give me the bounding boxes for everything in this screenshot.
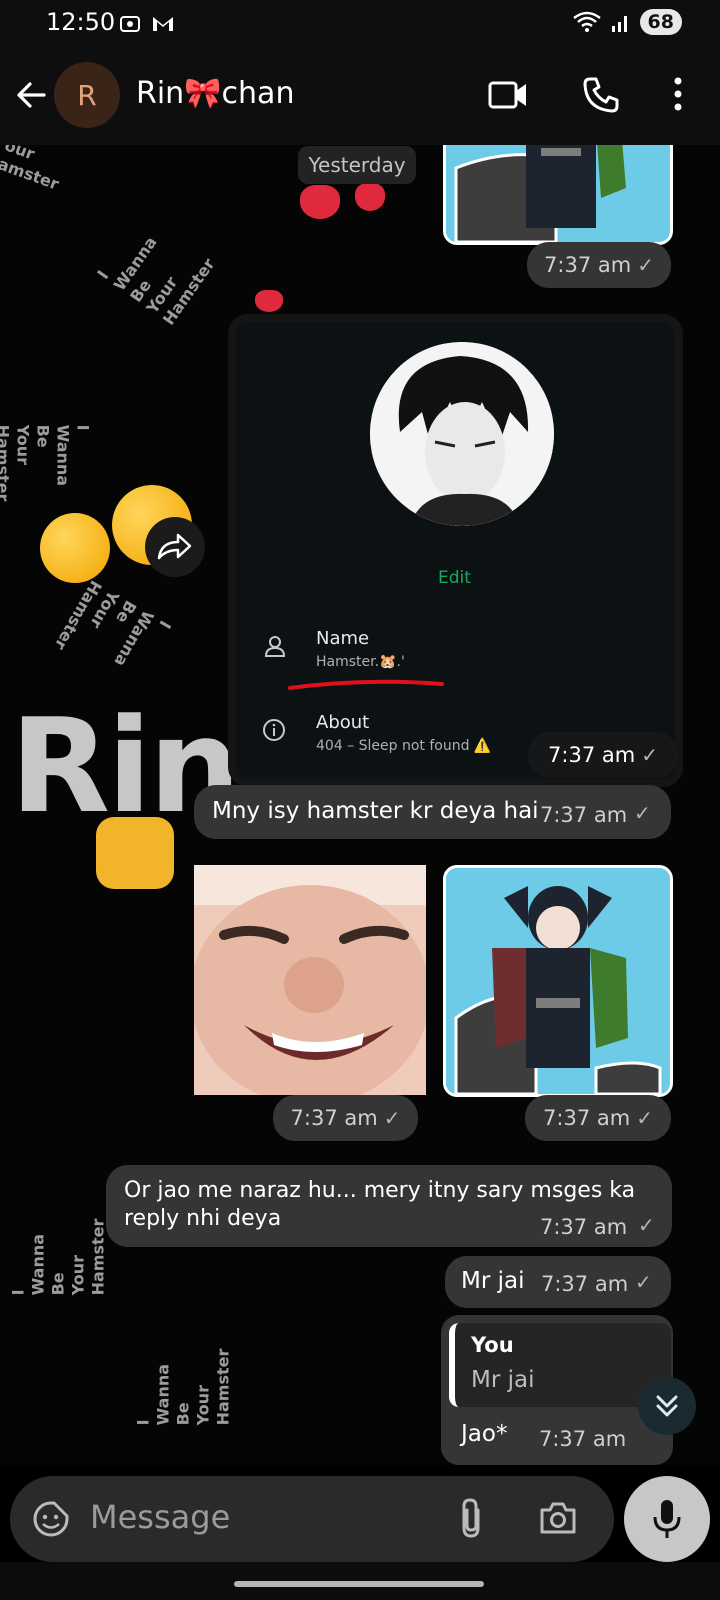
sent-check-icon: ✓	[383, 1106, 401, 1130]
status-time: 12:50	[46, 8, 116, 36]
sticker-message[interactable]	[443, 145, 673, 245]
person-icon	[264, 636, 286, 657]
time-text: 7:37 am	[544, 253, 632, 277]
wallpaper-text: I Wanna Be Your Hamster	[50, 577, 175, 670]
wallpaper-emoji	[40, 513, 110, 583]
voice-call-icon[interactable]	[582, 76, 620, 114]
chat-area[interactable]: our amster I Wanna Be Your Hamster I Wan…	[0, 145, 720, 1465]
quoted-text: Mr jai	[471, 1367, 535, 1393]
contact-avatar[interactable]: R	[54, 62, 120, 128]
forward-button[interactable]	[145, 517, 205, 577]
wallpaper-heart	[300, 185, 340, 219]
quoted-message[interactable]: You Mr jai	[449, 1323, 671, 1407]
video-call-icon[interactable]	[488, 78, 528, 112]
sent-check-icon: ✓	[636, 1106, 653, 1130]
wallpaper-text: I Wanna Be Your Hamster	[8, 1218, 108, 1296]
wallpaper-heart	[355, 183, 385, 211]
more-options-icon[interactable]	[672, 76, 684, 112]
message-time: 7:37 am ✓	[528, 732, 678, 778]
scroll-down-icon	[656, 1395, 678, 1417]
status-notification-icons	[118, 12, 176, 36]
anime-sticker-image	[446, 145, 670, 242]
date-separator: Yesterday	[298, 146, 416, 184]
message-bubble[interactable]: Or jao me naraz hu... mery itny sary msg…	[106, 1165, 672, 1247]
home-gesture-handle[interactable]	[234, 1581, 484, 1587]
profile-photo	[370, 342, 554, 526]
forward-icon	[157, 533, 192, 560]
sticker-message[interactable]	[443, 865, 673, 1097]
wallpaper-text: I Wanna Be Your Hamster	[93, 232, 219, 329]
sent-check-icon: ✓	[637, 253, 654, 277]
red-underline-mark	[288, 679, 444, 690]
system-nav-bar	[0, 1562, 720, 1600]
sticker-icon[interactable]	[32, 1500, 70, 1538]
time-text: 7:37 am	[290, 1106, 378, 1130]
name-value: Hamster.🐹.'	[316, 654, 405, 670]
sent-check-icon: ✓	[634, 801, 651, 825]
sent-check-icon: ✓	[641, 743, 658, 767]
wallpaper-text: I Wanna Be Your Hamster	[0, 424, 93, 502]
wifi-icon	[572, 11, 601, 32]
contact-name[interactable]: Rin🎀chan	[136, 76, 294, 111]
message-bubble[interactable]: Mr jai 7:37 am ✓	[445, 1256, 671, 1308]
image-message[interactable]: Edit Name Hamster.🐹.' About 404 – Sleep …	[228, 314, 683, 787]
about-value: 404 – Sleep not found ⚠️	[316, 738, 492, 754]
photo-message[interactable]	[194, 865, 426, 1095]
screen-record-icon	[120, 16, 140, 32]
wallpaper-heart	[255, 290, 283, 312]
laughing-baby-photo	[194, 865, 426, 1095]
quoted-author: You	[471, 1333, 514, 1357]
message-time: 7:37 am	[541, 1272, 629, 1296]
time-text: 7:37 am	[543, 1106, 631, 1130]
status-system-icons: 68	[572, 9, 682, 35]
message-text: Mr jai	[461, 1268, 525, 1294]
sent-check-icon: ✓	[635, 1270, 652, 1294]
reply-message-bubble[interactable]: You Mr jai Jao* 7:37 am	[441, 1315, 673, 1465]
gmail-icon	[153, 17, 173, 31]
message-bubble[interactable]: Mny isy hamster kr deya hai 7:37 am ✓	[194, 785, 671, 839]
mic-icon	[653, 1500, 681, 1538]
message-time: 7:37 am	[540, 1215, 628, 1239]
message-time: 7:37 am	[540, 803, 628, 827]
name-label: Name	[316, 628, 370, 649]
back-arrow-icon[interactable]	[14, 78, 48, 112]
status-bar: 12:50 68	[0, 0, 720, 48]
sent-check-icon: ✓	[638, 1213, 655, 1237]
signal-icon	[611, 16, 627, 32]
battery-level: 68	[639, 9, 682, 35]
wallpaper-text: I Wanna Be Your Hamster	[133, 1348, 233, 1426]
attach-icon[interactable]	[458, 1496, 484, 1540]
message-time: 7:37 am ✓	[525, 1095, 671, 1141]
anime-portrait-image	[370, 342, 554, 526]
edit-link: Edit	[438, 568, 471, 588]
anime-sticker-image	[446, 868, 670, 1094]
about-label: About	[316, 712, 370, 733]
message-time: 7:37 am ✓	[273, 1095, 418, 1141]
voice-record-button[interactable]	[624, 1476, 710, 1562]
scroll-to-bottom-button[interactable]	[638, 1377, 696, 1435]
message-time: 7:37 am ✓	[527, 242, 671, 288]
message-time: 7:37 am	[539, 1427, 627, 1451]
message-input[interactable]: Message	[90, 1498, 230, 1536]
camera-icon[interactable]	[538, 1500, 578, 1536]
info-icon	[263, 719, 285, 741]
time-text: 7:37 am	[548, 743, 636, 767]
message-text: Mny isy hamster kr deya hai	[212, 798, 539, 824]
message-text: Jao*	[461, 1421, 508, 1447]
chat-header: R Rin🎀chan	[0, 48, 720, 145]
wallpaper-text: our amster	[0, 145, 62, 194]
message-composer: Message	[10, 1476, 614, 1562]
profile-screenshot: Edit Name Hamster.🐹.' About 404 – Sleep …	[236, 322, 675, 779]
